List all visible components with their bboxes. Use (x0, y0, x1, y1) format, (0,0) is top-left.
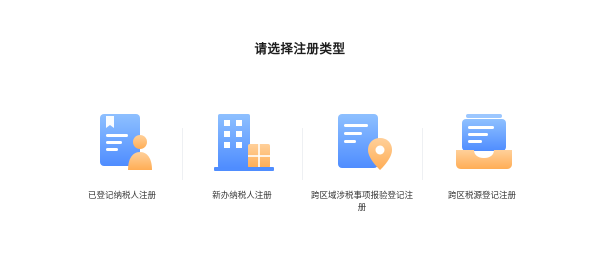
document-person-icon (92, 110, 156, 174)
divider (302, 128, 303, 180)
option-label: 新办纳税人注册 (212, 191, 272, 201)
building-icon (212, 110, 276, 174)
option-label: 已登记纳税人注册 (87, 191, 156, 201)
option-new-taxpayer[interactable]: 新办纳税人注册 (182, 110, 302, 230)
divider (182, 128, 183, 180)
option-registered-taxpayer[interactable]: 已登记纳税人注册 (62, 110, 182, 230)
option-cross-region-inspection[interactable]: 跨区域涉税事项报验登记注册 (302, 110, 422, 230)
inbox-document-icon (452, 110, 516, 174)
divider (422, 128, 423, 180)
page-title: 请选择注册类型 (254, 41, 346, 56)
registration-type-options: 已登记纳税人注册 新办纳税人注册 跨区域涉税事项报验登记注册 跨区税源登记注册 (62, 110, 542, 230)
option-label: 跨区税源登记注册 (447, 191, 516, 201)
option-label: 跨区域涉税事项报验登记注册 (310, 191, 413, 213)
document-location-icon (332, 110, 396, 174)
option-cross-region-tax-source[interactable]: 跨区税源登记注册 (422, 110, 542, 230)
